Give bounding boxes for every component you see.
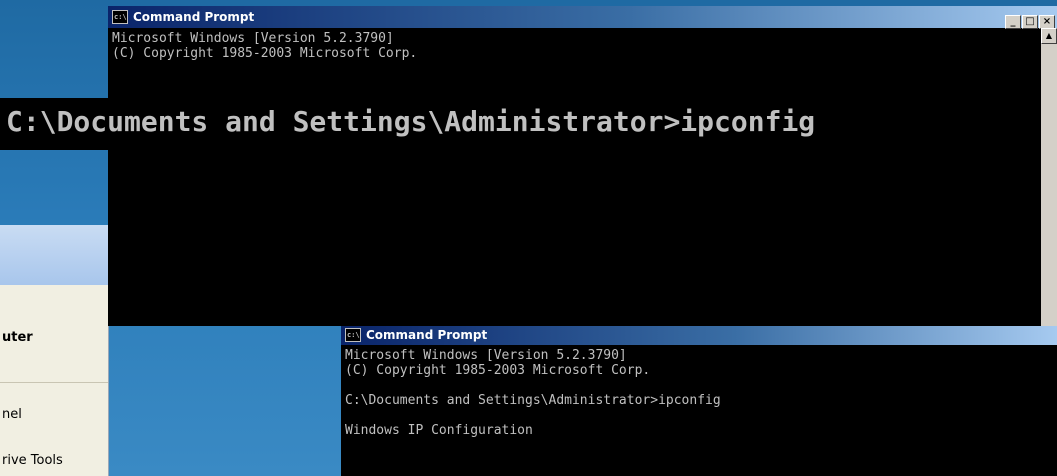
console-line: (C) Copyright 1985-2003 Microsoft Corp. [112,46,418,61]
console-line: Microsoft Windows [Version 5.2.3790] [112,31,394,46]
window-controls: _ □ × [1004,9,1055,29]
close-button[interactable]: × [1039,15,1055,29]
start-menu-panel: uter nel rive Tools [0,285,109,476]
window-titlebar[interactable]: c:\ Command Prompt [341,326,1057,345]
menu-item-admin-tools[interactable]: rive Tools [2,453,63,468]
console-line: (C) Copyright 1985-2003 Microsoft Corp. [345,363,651,378]
window-title: Command Prompt [133,10,255,24]
scroll-up-arrow-icon[interactable]: ▲ [1041,28,1057,44]
cmd-icon: c:\ [112,10,128,24]
start-menu-header [0,225,108,285]
minimize-button[interactable]: _ [1005,15,1021,29]
command-prompt-window-back[interactable]: c:\ Command Prompt _ □ × Microsoft Windows… [108,6,1057,326]
window-titlebar[interactable]: c:\ Command Prompt _ □ × [108,6,1057,29]
window-title: Command Prompt [366,328,488,342]
command-prompt-window-front[interactable]: c:\ Command Prompt Microsoft Windows [Ve… [341,326,1057,476]
console-line: Windows IP Configuration [345,423,533,438]
cmd-icon: c:\ [345,328,361,342]
menu-item-computer[interactable]: uter [2,330,33,345]
menu-separator [0,382,108,383]
maximize-button[interactable]: □ [1022,15,1038,29]
vertical-scrollbar[interactable]: ▲ [1041,28,1057,326]
zoomed-prompt-callout: C:\Documents and Settings\Administrator>… [0,98,1057,150]
menu-item-control-panel[interactable]: nel [2,407,22,422]
console-line: C:\Documents and Settings\Administrator>… [345,393,721,408]
zoomed-command-text: C:\Documents and Settings\Administrator>… [6,105,816,138]
console-line: Microsoft Windows [Version 5.2.3790] [345,348,627,363]
